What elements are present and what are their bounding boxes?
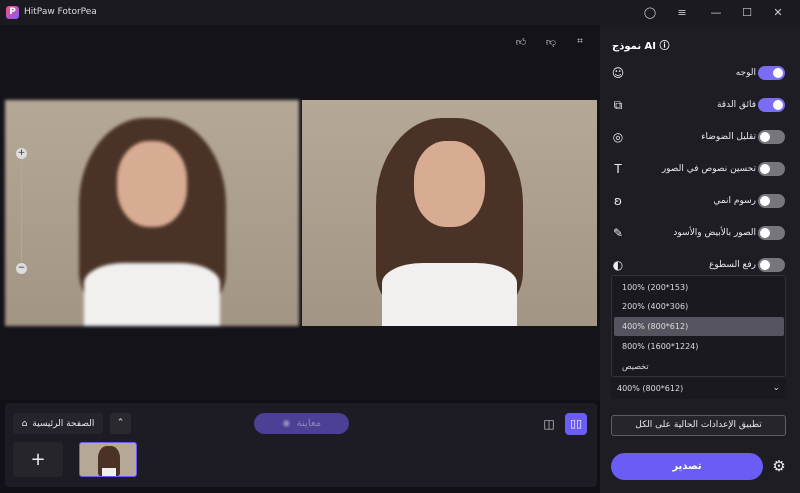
side-by-side-view-icon[interactable]: ▯▯ — [565, 413, 587, 435]
text-enhance-icon: T — [614, 162, 622, 176]
info-icon[interactable]: ⓘ — [660, 41, 670, 52]
minimize-button[interactable]: — — [708, 5, 724, 21]
gear-icon[interactable]: ⚙ — [770, 457, 788, 475]
app-title: HitPaw FotorPea — [24, 7, 97, 17]
model-label: تحسين نصوص في الصور — [661, 164, 756, 174]
upscale-icon: ⧉ — [613, 98, 623, 112]
model-brightness: ◐ رفع السطوع — [610, 255, 785, 275]
scale-select-value: 400% (800*612) — [617, 384, 684, 393]
add-image-button[interactable]: + — [13, 442, 63, 477]
zoom-slider[interactable]: + − — [16, 148, 28, 274]
thumbs-up-icon[interactable]: 👍︎ — [514, 36, 528, 50]
model-colorize: ✎ الصور بالأبيض والأسود — [610, 223, 785, 243]
zoom-in-icon[interactable]: + — [16, 148, 27, 159]
model-text-enhance: T تحسين نصوص في الصور — [610, 159, 785, 179]
enhanced-image — [302, 100, 597, 326]
toggle-colorize[interactable] — [758, 226, 785, 240]
model-label: رفع السطوع — [709, 260, 756, 270]
ai-model-label: نموذج AI — [612, 41, 657, 52]
toggle-brightness[interactable] — [758, 258, 785, 272]
apply-all-button[interactable]: تطبيق الإعدادات الحالية على الكل — [611, 415, 786, 436]
maximize-button[interactable]: ☐ — [739, 5, 755, 21]
image-thumbnail[interactable] — [79, 442, 137, 477]
model-label: رسوم انمي — [713, 196, 756, 206]
scale-option[interactable]: 100% (200*153) — [614, 278, 784, 297]
chevron-down-icon: ⌄ — [772, 383, 780, 393]
model-anime: ʚ رسوم انمي — [610, 191, 785, 211]
model-face: ☺ الوجه — [610, 63, 785, 83]
home-button[interactable]: ⌂ الصفحة الرئيسية — [13, 413, 103, 434]
account-icon[interactable]: ◯ — [642, 5, 658, 21]
model-label: الوجه — [735, 68, 756, 78]
preview-label: معاينة — [296, 418, 322, 429]
colorize-icon: ✎ — [612, 226, 624, 240]
crop-icon[interactable]: ⌗ — [573, 36, 587, 50]
menu-icon[interactable]: ≡ — [674, 5, 690, 21]
eye-icon: ◉ — [281, 418, 291, 429]
toggle-anime[interactable] — [758, 194, 785, 208]
anime-icon: ʚ — [614, 194, 622, 208]
toggle-denoise[interactable] — [758, 130, 785, 144]
app-logo: P — [6, 6, 19, 19]
toggle-upscale[interactable] — [758, 98, 785, 112]
title-bar: P HitPaw FotorPea ◯ ≡ — ☐ ✕ — [0, 0, 800, 25]
model-upscale: ⧉ فائق الدقة — [610, 95, 785, 115]
scale-select[interactable]: 400% (800*612) ⌄ — [611, 378, 786, 399]
home-icon: ⌂ — [21, 418, 28, 429]
toggle-text-enhance[interactable] — [758, 162, 785, 176]
original-image — [5, 100, 299, 326]
model-label: تقليل الضوضاء — [701, 132, 756, 142]
close-button[interactable]: ✕ — [770, 5, 786, 21]
home-label: الصفحة الرئيسية — [32, 418, 95, 429]
scale-option-custom[interactable]: تخصيص — [614, 357, 784, 376]
model-denoise: ◎ تقليل الضوضاء — [610, 127, 785, 147]
ai-model-title: نموذج AI ⓘ — [612, 37, 670, 52]
model-label: الصور بالأبيض والأسود — [673, 228, 756, 238]
model-label: فائق الدقة — [716, 100, 756, 110]
zoom-out-icon[interactable]: − — [16, 263, 27, 274]
brightness-icon: ◐ — [612, 258, 624, 272]
toggle-face[interactable] — [758, 66, 785, 80]
scale-option-selected[interactable]: 400% (800*612) — [614, 317, 784, 336]
expand-button[interactable]: ⌃ — [110, 413, 131, 434]
split-view-icon[interactable]: ◫ — [540, 415, 558, 433]
scale-dropdown-menu: 100% (200*153) 200% (400*306) 400% (800*… — [611, 275, 786, 377]
thumbs-down-icon[interactable]: 👎︎ — [544, 36, 558, 50]
denoise-icon: ◎ — [612, 130, 624, 144]
scale-option[interactable]: 200% (400*306) — [614, 297, 784, 316]
preview-button[interactable]: ◉ معاينة — [254, 413, 349, 434]
face-icon: ☺ — [611, 66, 625, 80]
scale-option[interactable]: 800% (1600*1224) — [614, 337, 784, 356]
export-button[interactable]: تصدير — [611, 453, 763, 480]
